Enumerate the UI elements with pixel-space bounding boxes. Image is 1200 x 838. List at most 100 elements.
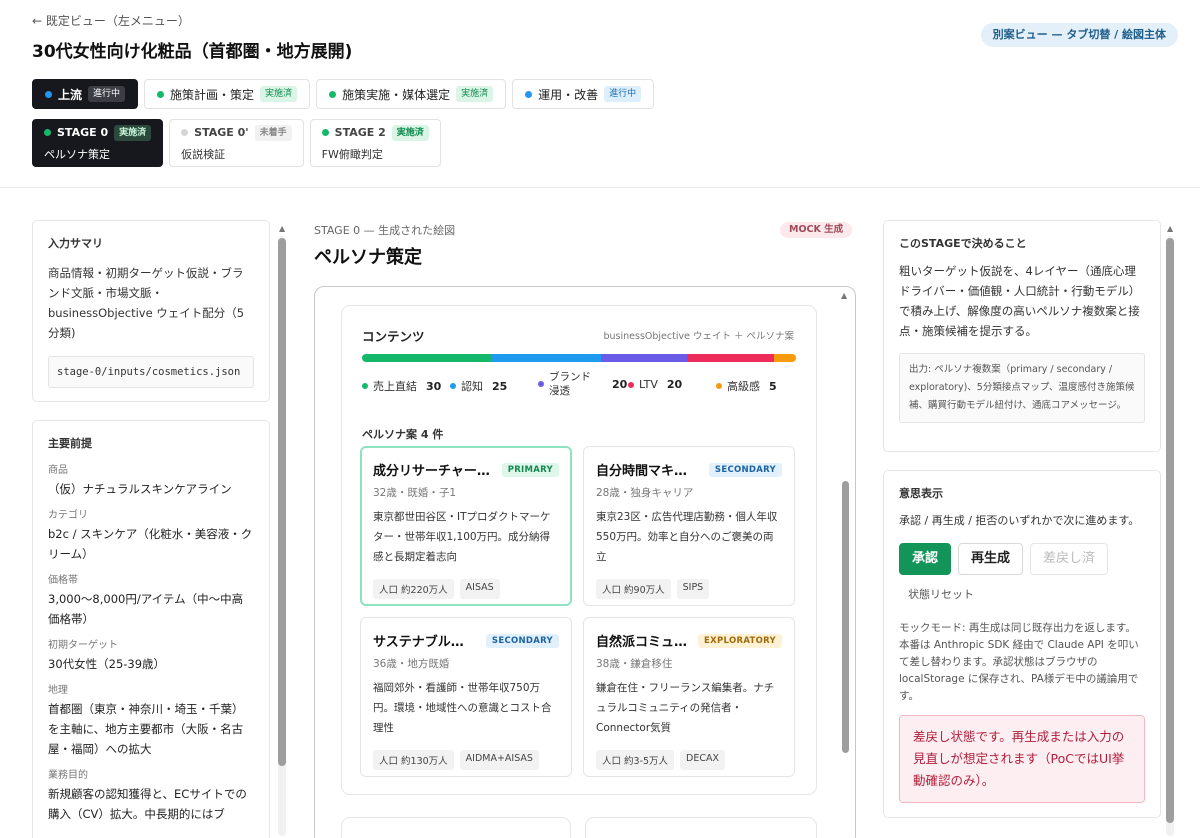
input-file-path: stage-0/inputs/cosmetics.json — [48, 356, 254, 388]
persona-card-secondary[interactable]: サステナブル… SECONDARY 36歳・地方既婚 福岡郊外・看護師・世帯年収… — [360, 617, 572, 777]
persona-sub: 38歳・鎌倉移住 — [596, 658, 673, 670]
center-label: STAGE 0 — 生成された絵図 — [314, 224, 456, 237]
persona-chip: AIDMA+AISAS — [459, 750, 539, 770]
input-summary-panel: 入力サマリ 商品情報・初期ターゲット仮説・ブランド文脈・市場文脈・busines… — [32, 220, 270, 402]
field-value: （仮）ナチュラルスキンケアライン — [48, 482, 232, 496]
phase-tab-planning[interactable]: 施策計画・策定 実施済 — [144, 79, 311, 109]
scrollbar-thumb[interactable] — [278, 238, 286, 766]
stage-tab-sub: FW俯瞰判定 — [321, 147, 383, 161]
field-label: 初期ターゲット — [48, 640, 118, 651]
persona-desc: 福岡郊外・看護師・世帯年収750万円。環境・地域性への意識とコスト合理性 — [373, 682, 552, 734]
legend-value: 30 — [426, 379, 442, 393]
persona-chip: 人口 約130万人 — [373, 750, 454, 770]
persona-chip: SIPS — [676, 579, 710, 599]
persona-name: 成分リサーチャー… — [373, 464, 490, 479]
mock-mode-note: モックモード: 再生成は同じ既存出力を返します。本番は Anthropic SD… — [899, 622, 1139, 702]
regenerate-button[interactable]: 再生成 — [958, 543, 1024, 575]
status-badge: 未着手 — [254, 124, 292, 141]
next-content-card — [341, 817, 571, 838]
phase-tabs: 上流 進行中 施策計画・策定 実施済 施策実施・媒体選定 実施済 運用・改善 進… — [32, 79, 655, 109]
phase-tab-execution[interactable]: 施策実施・媒体選定 実施済 — [316, 79, 507, 109]
phase-tab-label: 運用・改善 — [538, 87, 599, 102]
field-label: 業務目的 — [48, 770, 88, 781]
persona-name: サステナブル… — [373, 635, 464, 650]
legend-item: 認知 25 — [450, 378, 507, 394]
persona-card-exploratory[interactable]: 自然派コミュ… EXPLORATORY 38歳・鎌倉移住 鎌倉在住・フリーランス… — [583, 617, 795, 777]
legend-label: LTV — [639, 378, 658, 391]
header-divider — [0, 187, 1200, 188]
persona-desc: 東京23区・広告代理店勤務・個人年収550万円。効率と自分へのご褒美の両立 — [596, 511, 778, 563]
persona-tag: SECONDARY — [485, 633, 559, 648]
status-dot-icon — [44, 129, 51, 136]
stage-tab-2[interactable]: STAGE 2 実施済 FW俯瞰判定 — [309, 119, 441, 167]
approve-button[interactable]: 承認 — [899, 543, 952, 575]
alt-view-button[interactable]: 別案ビュー — タブ切替 / 絵図主体 — [980, 23, 1178, 47]
legend-value: 20 — [666, 378, 683, 391]
scroll-up-arrow-icon[interactable]: ▲ — [841, 291, 847, 300]
sendback-alert: 差戻し状態です。再生成または入力の見直しが想定されます（PoCではUI挙動確認の… — [899, 715, 1145, 803]
field-label: 価格帯 — [48, 575, 78, 586]
persona-tag: PRIMARY — [501, 462, 559, 477]
field-value: 首都圏（東京・神奈川・埼玉・千葉）を主軸に、地方主要都市（大阪・名古屋・福岡）へ… — [48, 702, 244, 756]
persona-chip: 人口 約90万人 — [596, 579, 671, 599]
decision-text: 承認 / 再生成 / 拒否のいずれかで次に進めます。 — [899, 514, 1140, 527]
legend-dot-icon — [628, 381, 634, 388]
phase-tab-upstream[interactable]: 上流 進行中 — [32, 79, 139, 109]
phase-tab-operation[interactable]: 運用・改善 進行中 — [512, 79, 655, 109]
legend-value: 25 — [492, 379, 508, 393]
legend-item: 高級感 5 — [716, 378, 777, 394]
weight-segment-4 — [774, 354, 796, 362]
persona-chip: 人口 約3-5万人 — [596, 750, 675, 770]
persona-sub: 28歳・独身キャリア — [596, 487, 694, 499]
status-badge: 実施済 — [391, 124, 429, 141]
legend-dot-icon — [362, 383, 368, 389]
weight-segment-1 — [492, 354, 601, 362]
reset-state-link[interactable]: 状態リセット — [899, 586, 1145, 602]
stage-tab-0[interactable]: STAGE 0 実施済 ペルソナ策定 — [32, 119, 164, 167]
sendback-button[interactable]: 差戻し済 — [1030, 543, 1109, 575]
field-value: 30代女性（25-39歳） — [48, 657, 166, 671]
status-dot-icon — [45, 90, 52, 98]
scroll-up-arrow-icon[interactable]: ▲ — [1167, 224, 1173, 233]
field-value: 3,000〜8,000円/アイテム（中〜中高価格帯） — [48, 592, 244, 626]
persona-chip: 人口 約220万人 — [373, 579, 454, 599]
panel-title: 意思表示 — [899, 487, 943, 500]
legend-item: 売上直結 30 — [362, 378, 441, 394]
weight-segment-0 — [362, 354, 493, 362]
right-scrollbar[interactable] — [1166, 236, 1174, 836]
persona-card-secondary[interactable]: 自分時間マキ… SECONDARY 28歳・独身キャリア 東京23区・広告代理店… — [583, 446, 795, 606]
phase-tab-label: 施策計画・策定 — [170, 87, 255, 102]
back-link[interactable]: ← 既定ビュー（左メニュー） — [32, 12, 190, 29]
persona-count: ペルソナ案 4 件 — [362, 428, 444, 441]
left-scrollbar[interactable] — [278, 236, 286, 836]
field-value: b2c / スキンケア（化粧水・美容液・クリーム） — [48, 527, 253, 561]
weight-legend: 売上直結 30 認知 25 ブランド浸透 20 LTV 20 高級感 5 — [362, 370, 796, 402]
scroll-up-arrow-icon[interactable]: ▲ — [279, 224, 285, 233]
status-dot-icon — [181, 129, 189, 136]
persona-chip: AISAS — [459, 579, 500, 599]
field-label: 商品 — [48, 465, 68, 476]
status-dot-icon — [321, 129, 329, 136]
panel-title: 入力サマリ — [48, 237, 103, 250]
persona-sub: 32歳・既婚・子1 — [373, 487, 457, 499]
center-title: ペルソナ策定 — [314, 247, 422, 268]
persona-tag: SECONDARY — [708, 462, 782, 477]
legend-value: 20 — [612, 377, 628, 391]
mock-badge: MOCK 生成 — [780, 222, 853, 238]
persona-card-primary[interactable]: 成分リサーチャー… PRIMARY 32歳・既婚・子1 東京都世田谷区・ITプロ… — [360, 446, 572, 606]
stage-tab-0-prime[interactable]: STAGE 0' 未着手 仮説検証 — [169, 119, 304, 167]
weight-segment-3 — [687, 354, 775, 362]
weight-segment-2 — [600, 354, 688, 362]
stage-tab-label: STAGE 0' — [194, 126, 249, 139]
stage-tab-label: STAGE 2 — [334, 126, 386, 139]
status-dot-icon — [525, 90, 533, 98]
next-content-card — [585, 817, 817, 838]
scrollbar-thumb[interactable] — [842, 481, 849, 753]
field-value: 新規顧客の認知獲得と、ECサイトでの購入（CV）拡大。中長期的にはブ — [48, 787, 247, 821]
scrollbar-thumb[interactable] — [1166, 238, 1174, 823]
legend-item: ブランド浸透 20 — [538, 370, 627, 398]
status-badge: 進行中 — [88, 86, 126, 102]
status-badge: 実施済 — [260, 86, 298, 102]
status-badge: 進行中 — [604, 86, 642, 102]
stage-output-box: 出力: ペルソナ複数案（primary / secondary / explor… — [899, 353, 1145, 423]
